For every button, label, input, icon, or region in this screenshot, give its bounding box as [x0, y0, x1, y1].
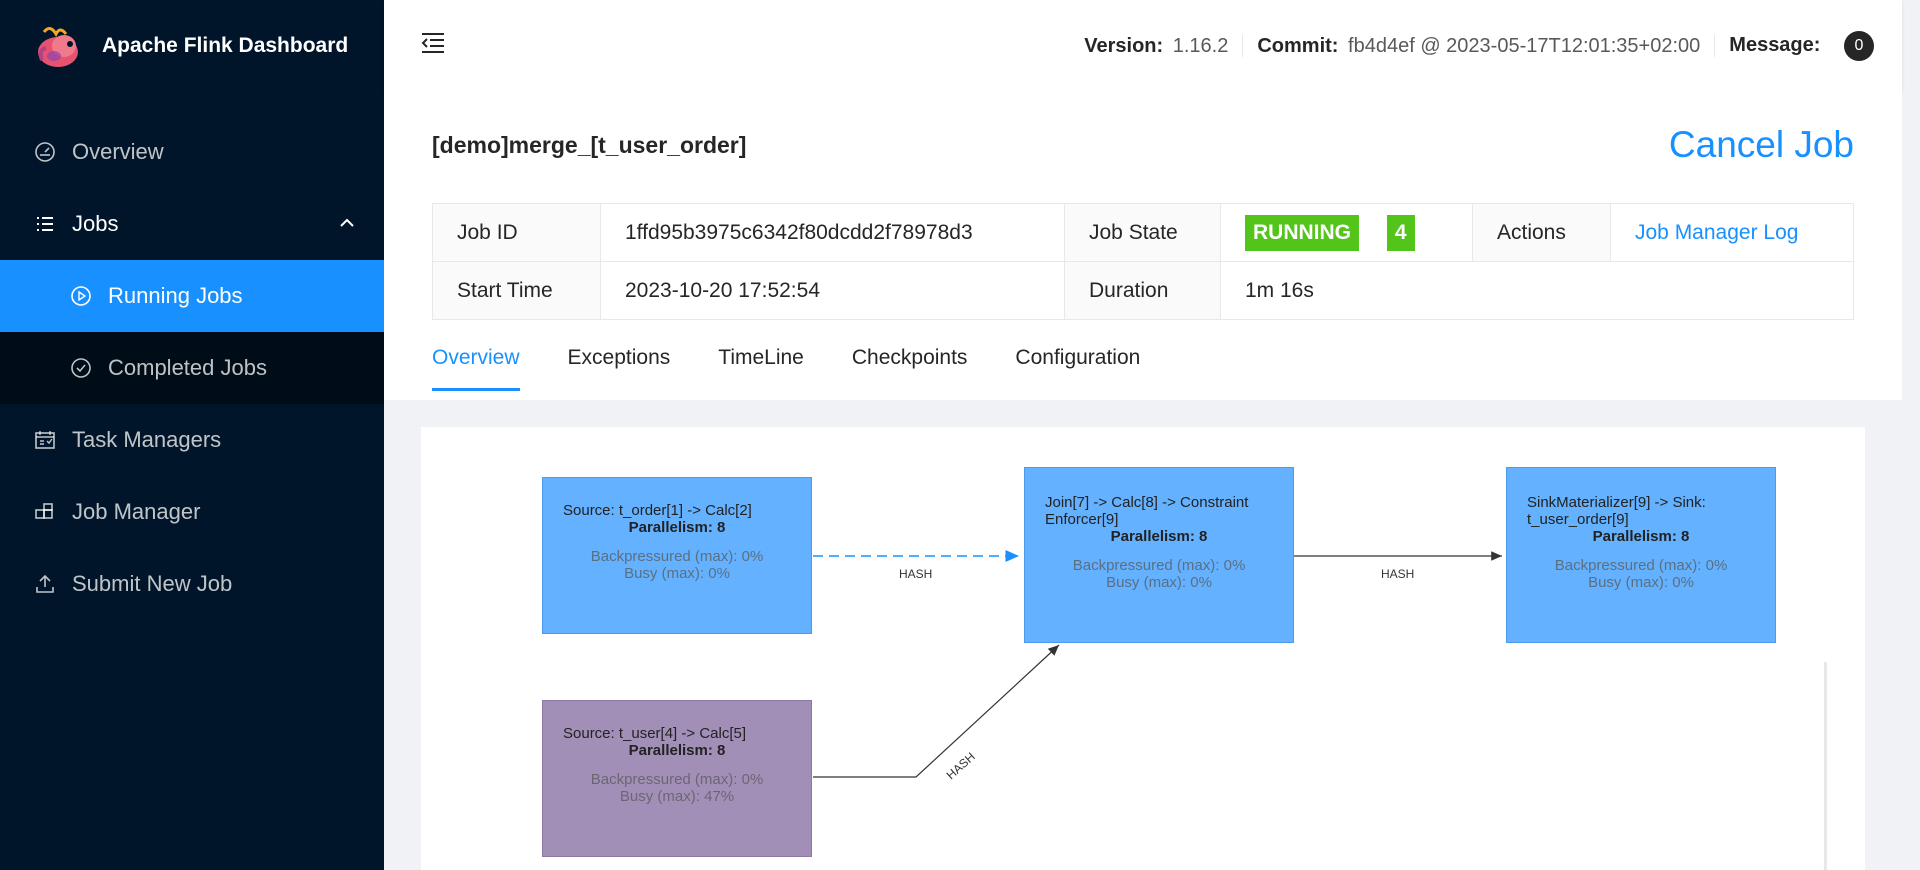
node-name: Source: t_user[4] -> Calc[5]: [563, 725, 747, 742]
edge-label-1: HASH: [899, 567, 932, 581]
edge-label-2: HASH: [1381, 567, 1414, 581]
tab-timeline[interactable]: TimeLine: [718, 346, 804, 391]
message-count-badge[interactable]: 0: [1844, 31, 1874, 61]
schedule-icon: [34, 429, 56, 451]
menu-fold-icon[interactable]: [420, 30, 446, 56]
sidebar-item-label: Jobs: [72, 211, 119, 236]
check-circle-icon: [70, 357, 92, 379]
graph-node[interactable]: Source: t_user[4] -> Calc[5] Parallelism…: [542, 700, 812, 857]
job-info-table: Job ID 1ffd95b3975c6342f80dcdd2f78978d3 …: [432, 203, 1854, 320]
tab-overview[interactable]: Overview: [432, 346, 520, 391]
tab-configuration[interactable]: Configuration: [1015, 346, 1140, 391]
job-title: [demo]merge_[t_user_order]: [432, 132, 747, 158]
status-badge: RUNNING: [1245, 214, 1359, 251]
duration-label: Duration: [1064, 261, 1221, 320]
graph-node[interactable]: Source: t_order[1] -> Calc[2] Parallelis…: [542, 477, 812, 634]
node-parallelism: Parallelism: 8: [1110, 528, 1208, 545]
sidebar-item-submit-new-job[interactable]: Submit New Job: [0, 548, 384, 620]
commit-info: Commit: fb4d4ef @ 2023-05-17T12:01:35+02…: [1243, 35, 1716, 57]
build-icon: [34, 501, 56, 523]
duration-value: 1m 16s: [1220, 261, 1854, 320]
table-row: Job ID 1ffd95b3975c6342f80dcdd2f78978d3 …: [432, 203, 1854, 262]
version-label: Version:: [1084, 35, 1164, 57]
version-info: Version: 1.16.2: [1070, 35, 1244, 57]
start-time-label: Start Time: [432, 261, 601, 320]
job-manager-log-link[interactable]: Job Manager Log: [1635, 221, 1798, 244]
cancel-job-button[interactable]: Cancel Job: [1669, 124, 1854, 166]
job-detail-header: [demo]merge_[t_user_order] Cancel Job Jo…: [384, 92, 1902, 400]
start-time-value: 2023-10-20 17:52:54: [600, 261, 1065, 320]
dashboard-icon: [34, 141, 56, 163]
job-id-value: 1ffd95b3975c6342f80dcdd2f78978d3: [600, 203, 1065, 262]
flink-logo-icon: [38, 27, 78, 67]
chevron-up-icon: [340, 218, 354, 227]
node-busy: Busy (max): 47%: [619, 788, 735, 805]
node-name: SinkMaterializer[9] -> Sink: t_user_orde…: [1527, 494, 1706, 528]
play-circle-icon: [70, 285, 92, 307]
graph-node[interactable]: SinkMaterializer[9] -> Sink: t_user_orde…: [1506, 467, 1776, 643]
sidebar-item-completed-jobs[interactable]: Completed Jobs: [0, 332, 384, 404]
commit-label: Commit:: [1257, 35, 1339, 57]
message-info[interactable]: Message: 0: [1715, 31, 1888, 61]
version-value: 1.16.2: [1172, 35, 1229, 57]
node-name: Join[7] -> Calc[8] -> Constraint Enforce…: [1045, 494, 1249, 528]
sidebar-item-overview[interactable]: Overview: [0, 116, 384, 188]
message-label: Message:: [1729, 34, 1821, 57]
sidebar-item-job-manager[interactable]: Job Manager: [0, 476, 384, 548]
top-header: Version: 1.16.2 Commit: fb4d4ef @ 2023-0…: [384, 0, 1902, 92]
edge-label-3: HASH: [944, 750, 978, 783]
node-backpressure: Backpressured (max): 0%: [590, 771, 764, 788]
job-id-label: Job ID: [432, 203, 601, 262]
tab-exceptions[interactable]: Exceptions: [568, 346, 671, 391]
job-state-cell: RUNNING 4: [1220, 203, 1473, 262]
list-icon: [34, 213, 56, 235]
graph-node[interactable]: Join[7] -> Calc[8] -> Constraint Enforce…: [1024, 467, 1294, 643]
task-count-badge: 4: [1386, 214, 1415, 251]
node-parallelism: Parallelism: 8: [628, 742, 726, 759]
job-graph[interactable]: HASH HASH HASH Source: t_order[1] -> Cal…: [421, 427, 1865, 870]
upload-icon: [34, 573, 56, 595]
node-busy: Busy (max): 0%: [624, 565, 730, 582]
job-tabs: Overview Exceptions TimeLine Checkpoints…: [432, 346, 1188, 391]
header-info: Version: 1.16.2 Commit: fb4d4ef @ 2023-0…: [1070, 0, 1888, 92]
sidebar-item-label: Job Manager: [72, 499, 201, 524]
sidebar-item-label: Completed Jobs: [108, 355, 267, 380]
sidebar-item-label: Overview: [72, 139, 164, 164]
commit-value: fb4d4ef @ 2023-05-17T12:01:35+02:00: [1348, 35, 1701, 57]
sidebar-item-running-jobs[interactable]: Running Jobs: [0, 260, 384, 332]
app-title: Apache Flink Dashboard: [102, 34, 349, 57]
graph-scrollbar[interactable]: [1824, 662, 1827, 870]
node-backpressure: Backpressured (max): 0%: [1554, 557, 1728, 574]
logo-row[interactable]: Apache Flink Dashboard: [0, 0, 384, 92]
table-row: Start Time 2023-10-20 17:52:54 Duration …: [432, 261, 1854, 320]
edge-line-3: [813, 644, 1060, 778]
tab-checkpoints[interactable]: Checkpoints: [852, 346, 968, 391]
node-name: Source: t_order[1] -> Calc[2]: [563, 502, 752, 519]
sidebar-item-jobs[interactable]: Jobs: [0, 188, 384, 260]
sidebar: Apache Flink Dashboard Overview Jobs Run…: [0, 0, 384, 870]
job-state-label: Job State: [1064, 203, 1221, 262]
actions-label: Actions: [1472, 203, 1611, 262]
node-parallelism: Parallelism: 8: [1592, 528, 1690, 545]
node-backpressure: Backpressured (max): 0%: [1072, 557, 1246, 574]
sidebar-item-label: Task Managers: [72, 427, 222, 452]
node-parallelism: Parallelism: 8: [628, 519, 726, 536]
sidebar-menu: Overview Jobs Running Jobs Completed Job…: [0, 116, 384, 620]
sidebar-item-task-managers[interactable]: Task Managers: [0, 404, 384, 476]
actions-cell: Job Manager Log: [1610, 203, 1854, 262]
sidebar-item-label: Submit New Job: [72, 571, 233, 596]
node-busy: Busy (max): 0%: [1588, 574, 1694, 591]
sidebar-item-label: Running Jobs: [108, 283, 243, 308]
node-busy: Busy (max): 0%: [1106, 574, 1212, 591]
node-backpressure: Backpressured (max): 0%: [590, 548, 764, 565]
